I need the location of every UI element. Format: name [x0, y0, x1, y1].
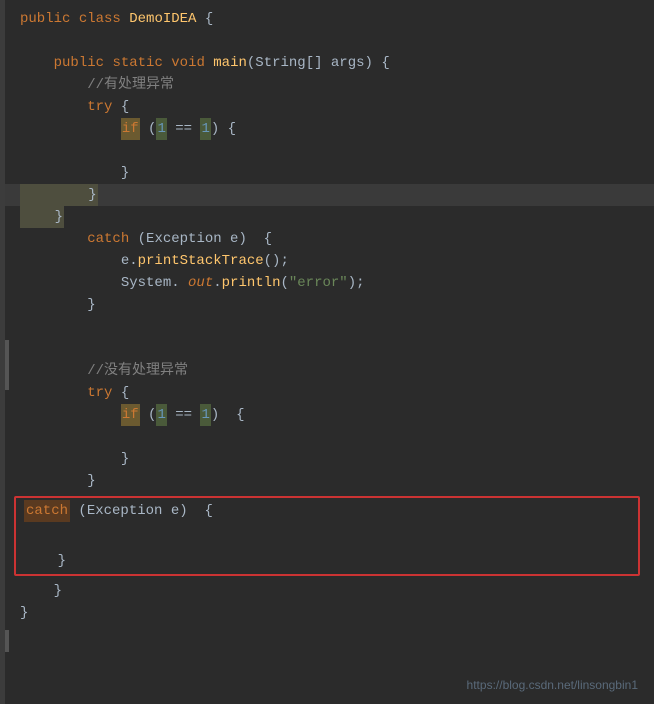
code-line-4: //有处理异常 — [0, 74, 654, 96]
code-line-10: } — [0, 206, 654, 228]
code-line-18: try { — [0, 382, 654, 404]
code-line-17: //没有处理异常 — [0, 360, 654, 382]
code-line-7 — [0, 140, 654, 162]
code-line-22: } — [0, 470, 654, 492]
code-line-11: catch (Exception e) { — [0, 228, 654, 250]
code-line-end2: } — [0, 602, 654, 624]
code-line-8: } — [0, 162, 654, 184]
code-line-19: if ( 1 == 1 ) { — [0, 404, 654, 426]
left-indicator — [5, 340, 9, 390]
left-indicator-2 — [5, 630, 9, 652]
catch-line: catch (Exception e) { — [16, 500, 638, 522]
code-line-21: } — [0, 448, 654, 470]
code-line-3: public static void main (String[] args) … — [0, 52, 654, 74]
if-keyword: if — [121, 118, 140, 140]
code-line-13: System. out . println ( "error" ); — [0, 272, 654, 294]
class-name: DemoIDEA — [129, 8, 196, 30]
code-editor: public class DemoIDEA { public static vo… — [0, 0, 654, 704]
code-line-1: public class DemoIDEA { — [0, 8, 654, 30]
code-line-9: } — [0, 184, 654, 206]
code-line-20 — [0, 426, 654, 448]
keyword-class: class — [79, 8, 121, 30]
code-line-12: e. printStackTrace (); — [0, 250, 654, 272]
code-line-2 — [0, 30, 654, 52]
keyword-public: public — [20, 8, 70, 30]
code-line-6: if ( 1 == 1 ) { — [0, 118, 654, 140]
code-line-end1: } — [0, 580, 654, 602]
code-line-5: try { — [0, 96, 654, 118]
code-line-16 — [0, 338, 654, 360]
catch-block-highlighted: catch (Exception e) { } — [14, 496, 640, 576]
code-line-15 — [0, 316, 654, 338]
catch-keyword: catch — [24, 500, 70, 522]
if-keyword-2: if — [121, 404, 140, 426]
code-line-14: } — [0, 294, 654, 316]
watermark: https://blog.csdn.net/linsongbin1 — [467, 678, 638, 692]
catch-close: } — [16, 550, 638, 572]
catch-body-blank — [16, 522, 638, 550]
